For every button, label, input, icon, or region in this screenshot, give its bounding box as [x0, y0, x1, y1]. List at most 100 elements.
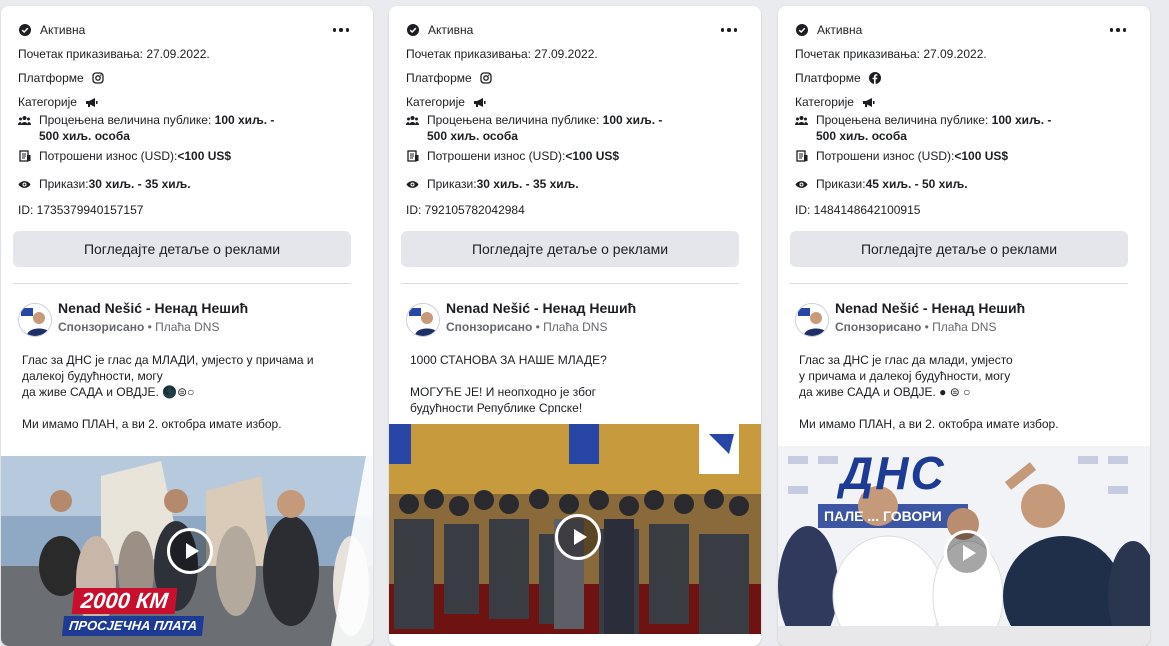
audience-value: 100 хиљ. - [214, 113, 275, 127]
see-ad-details-button[interactable]: Погледајте детаље о реклами [401, 231, 739, 267]
audience-value-cont: 500 хиљ. особа [816, 129, 907, 143]
avatar[interactable] [795, 303, 829, 337]
platforms-label: Платформе [18, 71, 84, 85]
avatar[interactable] [18, 303, 52, 337]
status-row: Активна [18, 22, 85, 38]
audience-row: Процењена величина публике: 100 хиљ. - 5… [795, 112, 1051, 144]
categories-row: Категорије [406, 94, 494, 110]
platforms-row: Платформе [18, 70, 113, 86]
status-row: Активна [795, 22, 862, 38]
receipt-icon [18, 150, 31, 163]
sponsored-line: Спонзорисано • Плаћа DNS [58, 320, 219, 334]
ad-card-3: Активна Почетак приказивања: 27.09.2022.… [778, 6, 1150, 646]
page-name[interactable]: Nenad Nešić - Ненад Нешић [446, 300, 636, 316]
spent-label: Потрошени износ (USD): [39, 149, 178, 163]
spent-row: Потрошени износ (USD): <100 US$ [406, 148, 619, 164]
instagram-icon [92, 72, 105, 85]
status-text: Активна [817, 23, 863, 37]
status-text: Активна [40, 23, 86, 37]
platforms-label: Платформе [795, 71, 861, 85]
divider [790, 283, 1128, 284]
eye-icon [406, 178, 419, 191]
check-circle-icon [406, 24, 419, 37]
platforms-row: Платформе [795, 70, 890, 86]
megaphone-icon [85, 96, 98, 109]
receipt-icon [795, 150, 808, 163]
spent-label: Потрошени износ (USD): [427, 149, 566, 163]
megaphone-icon [862, 96, 875, 109]
impressions-value: 30 хиљ. - 35 хиљ. [88, 177, 191, 191]
spent-row: Потрошени износ (USD): <100 US$ [795, 148, 1008, 164]
instagram-icon [480, 72, 493, 85]
impressions-row: Прикази: 30 хиљ. - 35 хиљ. [406, 176, 579, 192]
see-ad-details-button[interactable]: Погледајте детаље о реклами [13, 231, 351, 267]
audience-label: Процењена величина публике: [39, 113, 215, 127]
play-button[interactable] [167, 528, 213, 574]
ad-video[interactable]: 2000 КМ ПРОСЈЕЧНА ПЛАТА [1, 456, 373, 646]
status-row: Активна [406, 22, 473, 38]
eye-icon [18, 178, 31, 191]
impressions-label: Прикази: [816, 177, 866, 191]
impressions-row: Прикази: 45 хиљ. - 50 хиљ. [795, 176, 968, 192]
spent-row: Потрошени износ (USD): <100 US$ [18, 148, 231, 164]
more-options-button[interactable] [331, 24, 351, 36]
impressions-row: Прикази: 30 хиљ. - 35 хиљ. [18, 176, 191, 192]
sponsored-label: Спонзорисано [58, 320, 145, 334]
more-options-button[interactable] [719, 24, 739, 36]
audience-value: 100 хиљ. - [991, 113, 1052, 127]
eye-icon [795, 178, 808, 191]
megaphone-icon [473, 96, 486, 109]
platforms-label: Платформе [406, 71, 472, 85]
start-date: Почетак приказивања: 27.09.2022. [406, 47, 598, 61]
paid-by: • Плаћа DNS [921, 320, 997, 334]
page-name[interactable]: Nenad Nešić - Ненад Нешић [835, 300, 1025, 316]
page-name[interactable]: Nenad Nešić - Ненад Нешић [58, 300, 248, 316]
status-text: Активна [428, 23, 474, 37]
ad-video[interactable] [389, 424, 761, 634]
ad-text: Глас за ДНС је глас да МЛАДИ, умјесто у … [22, 353, 314, 431]
audience-value-cont: 500 хиљ. особа [427, 129, 518, 143]
categories-row: Категорије [18, 94, 106, 110]
people-icon [795, 114, 808, 127]
people-icon [18, 114, 31, 127]
audience-value-cont: 500 хиљ. особа [39, 129, 130, 143]
ad-id: ID: 1484148642100915 [795, 203, 921, 217]
divider [13, 283, 351, 284]
audience-value: 100 хиљ. - [602, 113, 663, 127]
sponsored-label: Спонзорисано [446, 320, 533, 334]
ad-video[interactable]: ДНС ПАЛЕ ... ГОВОРИ [778, 446, 1150, 646]
categories-label: Категорије [795, 95, 854, 109]
check-circle-icon [795, 24, 808, 37]
audience-row: Процењена величина публике: 100 хиљ. - 5… [18, 112, 274, 144]
sponsored-line: Спонзорисано • Плаћа DNS [835, 320, 996, 334]
avatar[interactable] [406, 303, 440, 337]
see-ad-details-button[interactable]: Погледајте детаље о реклами [790, 231, 1128, 267]
banner-subtitle: ПАЛЕ ... ГОВОРИ [824, 508, 942, 524]
sponsored-label: Спонзорисано [835, 320, 922, 334]
play-button[interactable] [944, 530, 990, 576]
more-options-button[interactable] [1108, 24, 1128, 36]
ad-id: ID: 792105782042984 [406, 203, 525, 217]
sponsored-line: Спонзорисано • Плаћа DNS [446, 320, 607, 334]
overlay-amount: 2000 КМ [71, 588, 178, 614]
paid-by: • Плаћа DNS [144, 320, 220, 334]
receipt-icon [406, 150, 419, 163]
play-button[interactable] [555, 514, 601, 560]
categories-label: Категорије [18, 95, 77, 109]
audience-label: Процењена величина публике: [427, 113, 603, 127]
facebook-icon [869, 72, 882, 85]
check-circle-icon [18, 24, 31, 37]
divider [401, 283, 739, 284]
spent-value: <100 US$ [177, 149, 232, 163]
audience-label: Процењена величина публике: [816, 113, 992, 127]
spent-label: Потрошени износ (USD): [816, 149, 955, 163]
start-date: Почетак приказивања: 27.09.2022. [795, 47, 987, 61]
audience-row: Процењена величина публике: 100 хиљ. - 5… [406, 112, 662, 144]
ad-card-2: Активна Почетак приказивања: 27.09.2022.… [389, 6, 761, 646]
categories-row: Категорије [795, 94, 883, 110]
impressions-value: 45 хиљ. - 50 хиљ. [865, 177, 968, 191]
paid-by: • Плаћа DNS [532, 320, 608, 334]
ad-text: Глас за ДНС је глас да млади, умјесто у … [799, 353, 1059, 431]
ad-card-1: Активна Почетак приказивања: 27.09.2022.… [1, 6, 373, 646]
impressions-label: Прикази: [39, 177, 89, 191]
